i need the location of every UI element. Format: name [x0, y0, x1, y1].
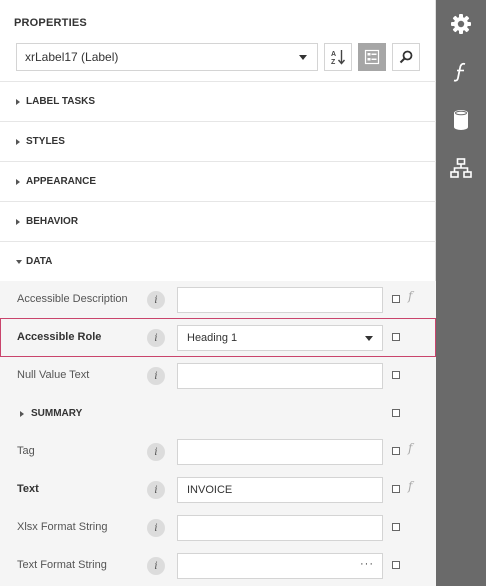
null-value-text-input[interactable] [177, 363, 383, 389]
expand-icon [16, 178, 20, 185]
chevron-down-icon [299, 55, 307, 60]
database-icon [454, 110, 468, 130]
component-select-value: xrLabel17 (Label) [25, 50, 119, 64]
summary-label: SUMMARY [31, 408, 83, 419]
section-label-tasks[interactable]: LABEL TASKS [0, 81, 436, 121]
section-label: STYLES [26, 136, 65, 147]
component-select[interactable]: xrLabel17 (Label) [16, 43, 318, 71]
info-icon[interactable]: i [147, 443, 165, 461]
text-format-string-input[interactable]: ··· [177, 553, 383, 579]
expand-icon [16, 98, 20, 105]
property-row-accessible-description: Accessible Description i f [0, 281, 436, 319]
property-row-text: Text i INVOICE f [0, 471, 436, 509]
sort-az-icon: A Z [331, 50, 346, 66]
property-row-tag: Tag i f [0, 433, 436, 471]
section-data[interactable]: DATA [0, 241, 436, 281]
svg-text:A: A [331, 51, 336, 58]
property-row-null-value-text: Null Value Text i [0, 357, 436, 395]
info-icon[interactable]: i [147, 329, 165, 347]
properties-tab[interactable] [436, 0, 486, 48]
section-label: LABEL TASKS [26, 96, 96, 107]
property-checkbox[interactable] [392, 447, 400, 455]
search-icon [399, 50, 413, 64]
chevron-down-icon [365, 336, 373, 341]
section-behavior[interactable]: BEHAVIOR [0, 201, 436, 241]
property-label: Xlsx Format String [17, 521, 108, 533]
section-label: BEHAVIOR [26, 216, 79, 227]
expression-icon[interactable]: f [408, 479, 412, 493]
property-checkbox[interactable] [392, 523, 400, 531]
report-explorer-tab[interactable] [436, 144, 486, 192]
xlsx-format-string-input[interactable] [177, 515, 383, 541]
tag-input[interactable] [177, 439, 383, 465]
info-icon[interactable]: i [147, 519, 165, 537]
section-appearance[interactable]: APPEARANCE [0, 161, 436, 201]
sort-alphabetically-button[interactable]: A Z [324, 43, 352, 71]
info-icon[interactable]: i [147, 481, 165, 499]
property-checkbox[interactable] [392, 561, 400, 569]
categorized-view-button[interactable] [358, 43, 386, 71]
expand-icon [16, 138, 20, 145]
property-label: Text Format String [17, 559, 107, 571]
svg-text:Z: Z [331, 59, 336, 66]
expression-icon[interactable]: f [408, 289, 412, 303]
panel-title: PROPERTIES [14, 17, 87, 29]
section-label: APPEARANCE [26, 176, 97, 187]
expand-icon [20, 411, 24, 417]
side-tab-rail [436, 0, 486, 586]
property-row-summary[interactable]: SUMMARY [0, 395, 436, 433]
accessible-description-input[interactable] [177, 287, 383, 313]
section-styles[interactable]: STYLES [0, 121, 436, 161]
expression-icon[interactable]: f [408, 441, 412, 455]
properties-panel: PROPERTIES xrLabel17 (Label) A Z LABEL T… [0, 0, 436, 586]
property-row-text-format-string: Text Format String i ··· [0, 547, 436, 585]
property-checkbox[interactable] [392, 409, 400, 417]
expressions-tab[interactable] [436, 48, 486, 96]
ellipsis-button[interactable]: ··· [360, 558, 374, 570]
field-list-tab[interactable] [436, 96, 486, 144]
property-label: Tag [17, 445, 35, 457]
property-checkbox[interactable] [392, 485, 400, 493]
property-label: Text [17, 483, 39, 495]
info-icon[interactable]: i [147, 291, 165, 309]
section-label: DATA [26, 256, 53, 267]
property-label: Accessible Role [17, 331, 102, 343]
property-checkbox[interactable] [392, 371, 400, 379]
collapse-icon [16, 259, 22, 264]
function-icon [453, 62, 466, 82]
accessible-role-select[interactable]: Heading 1 [177, 325, 383, 351]
search-button[interactable] [392, 43, 420, 71]
property-checkbox[interactable] [392, 333, 400, 341]
property-label: Null Value Text [17, 369, 90, 381]
data-section-content: Accessible Description i f Accessible Ro… [0, 281, 436, 586]
accessible-role-value: Heading 1 [187, 332, 238, 344]
property-label: Accessible Description [17, 293, 128, 305]
text-input[interactable]: INVOICE [177, 477, 383, 503]
hierarchy-icon [450, 158, 472, 178]
info-icon[interactable]: i [147, 557, 165, 575]
property-row-xlsx-format-string: Xlsx Format String i [0, 509, 436, 547]
gear-icon [451, 14, 471, 34]
categories-icon [364, 49, 380, 65]
info-icon[interactable]: i [147, 367, 165, 385]
property-checkbox[interactable] [392, 295, 400, 303]
property-row-accessible-role: Accessible Role i Heading 1 [0, 319, 436, 357]
expand-icon [16, 218, 20, 225]
